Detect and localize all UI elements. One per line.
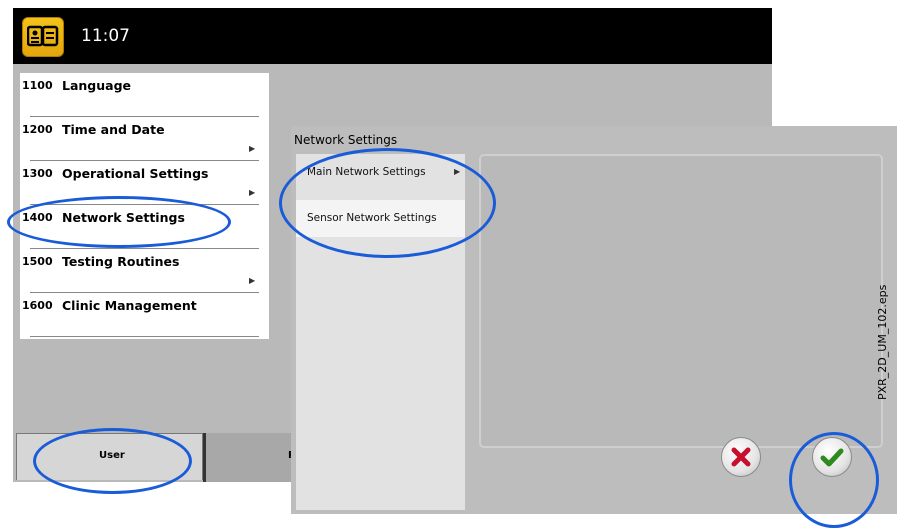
menu-item-operational-settings[interactable]: 1300 Operational Settings ▶ <box>20 161 269 205</box>
menu-item-label: Operational Settings <box>62 166 209 181</box>
ok-button[interactable] <box>812 437 852 477</box>
menu-item-clinic-management[interactable]: 1600 Clinic Management <box>20 293 269 337</box>
submenu-item-label: Main Network Settings <box>307 166 426 178</box>
cancel-button[interactable] <box>721 437 761 477</box>
menu-item-code: 1300 <box>22 167 53 180</box>
menu-item-code: 1500 <box>22 255 53 268</box>
menu-item-label: Time and Date <box>62 122 165 137</box>
dialog-title: Network Settings <box>294 133 398 147</box>
operator-id-card-icon[interactable] <box>22 17 64 57</box>
submenu-arrow-icon: ▶ <box>454 167 461 176</box>
tab-label: User <box>99 450 125 461</box>
figure-filename-label: PXR_2D_UM_102.eps <box>876 284 889 400</box>
menu-item-time-and-date[interactable]: 1200 Time and Date ▶ <box>20 117 269 161</box>
menu-item-code: 1600 <box>22 299 53 312</box>
menu-item-label: Testing Routines <box>62 254 180 269</box>
submenu-item-sensor-network-settings[interactable]: Sensor Network Settings <box>296 200 465 237</box>
x-icon <box>731 447 751 467</box>
menu-item-label: Language <box>62 78 132 93</box>
menu-item-language[interactable]: 1100 Language <box>20 73 269 117</box>
clock-time: 11:07 <box>81 26 130 46</box>
checkmark-icon <box>820 448 844 467</box>
submenu-arrow-icon: ▶ <box>249 276 256 285</box>
network-submenu: Main Network Settings ▶ Sensor Network S… <box>296 154 465 510</box>
menu-item-label: Network Settings <box>62 210 185 225</box>
tab-user[interactable]: User <box>16 433 203 480</box>
menu-item-code: 1400 <box>22 211 53 224</box>
menu-item-code: 1100 <box>22 79 53 92</box>
menu-item-label: Clinic Management <box>62 298 197 313</box>
settings-menu-list: 1100 Language 1200 Time and Date ▶ 1300 … <box>20 73 269 339</box>
settings-content-panel <box>479 154 883 448</box>
network-settings-dialog: Network Settings Main Network Settings ▶… <box>291 126 897 514</box>
menu-item-testing-routines[interactable]: 1500 Testing Routines ▶ <box>20 249 269 293</box>
divider <box>30 336 259 337</box>
submenu-arrow-icon: ▶ <box>249 188 256 197</box>
menu-item-code: 1200 <box>22 123 53 136</box>
submenu-item-main-network-settings[interactable]: Main Network Settings ▶ <box>296 154 465 191</box>
submenu-item-label: Sensor Network Settings <box>307 212 437 224</box>
menu-item-network-settings[interactable]: 1400 Network Settings <box>20 205 269 249</box>
id-card-glyph <box>27 25 59 47</box>
submenu-arrow-icon: ▶ <box>249 144 256 153</box>
